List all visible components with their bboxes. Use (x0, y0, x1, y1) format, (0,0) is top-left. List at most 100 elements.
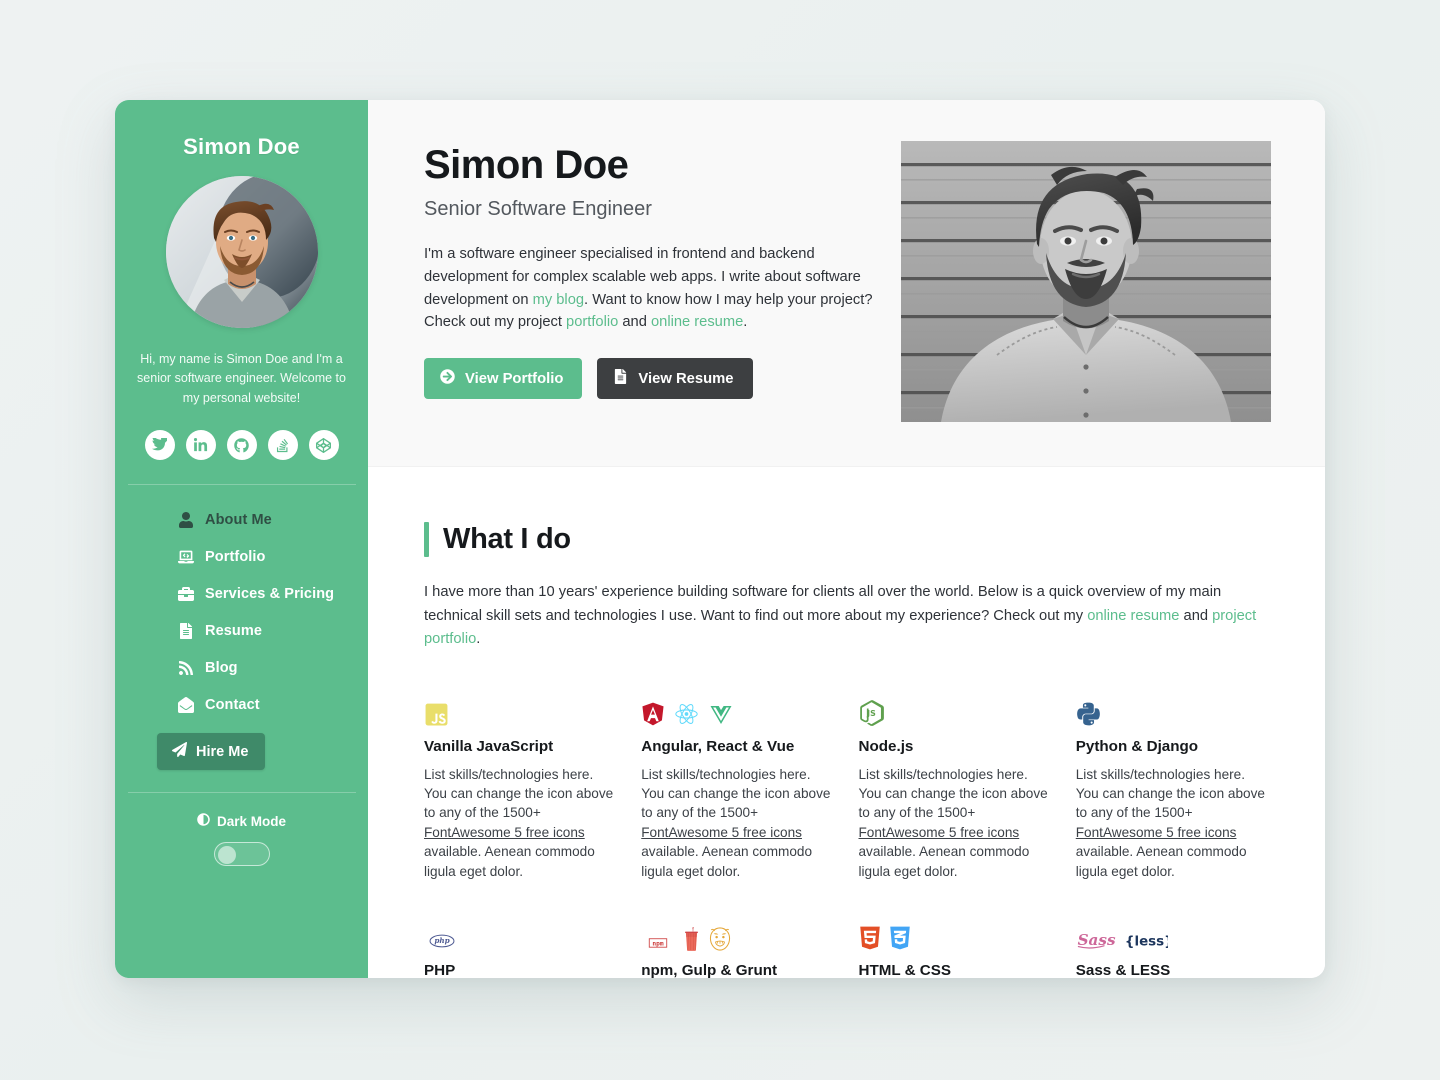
sidebar-item-contact[interactable]: Contact (178, 686, 350, 723)
stack-overflow-icon[interactable] (267, 430, 298, 461)
sidebar-item-about-me[interactable]: About Me (178, 501, 350, 538)
laptop-code-icon (178, 549, 194, 565)
section-title: What I do (443, 523, 571, 555)
skill-body-part-2: available. Aenean commodo ligula eget do… (1075, 844, 1247, 879)
sidebar-item-portfolio[interactable]: Portfolio (178, 538, 350, 575)
link-fontawesome-icons[interactable]: FontAwesome 5 free icons (859, 825, 1020, 840)
skill-body: List skills/technologies here. You can c… (641, 765, 834, 882)
hero-portrait-photo (901, 141, 1271, 422)
envelope-open-icon (178, 696, 194, 713)
sidebar-item-services-pricing[interactable]: Services & Pricing (178, 575, 350, 612)
angular-icon (641, 701, 665, 727)
sidebar-nav: About Me Portfolio Services & Pricing Re… (133, 501, 350, 723)
arrow-circle-right-icon (440, 369, 455, 388)
hero-role: Senior Software Engineer (424, 198, 652, 220)
view-portfolio-button[interactable]: View Portfolio (424, 358, 583, 400)
link-fontawesome-icons[interactable]: FontAwesome 5 free icons (1076, 825, 1237, 840)
intro-part-3: . (476, 631, 481, 648)
hire-me-label: Hire Me (196, 743, 249, 760)
skill-icons: JS (859, 699, 1052, 727)
sidebar-item-label: Blog (205, 659, 238, 676)
sidebar-item-label: About Me (205, 511, 272, 528)
linkedin-icon[interactable] (185, 430, 216, 461)
sidebar-item-label: Contact (205, 696, 260, 713)
social-links (144, 430, 339, 461)
grunt-icon (708, 927, 732, 951)
hero-description: I'm a software engineer specialised in f… (424, 243, 876, 334)
skill-title: npm, Gulp & Grunt (641, 962, 778, 978)
page-title: Simon Doe (424, 143, 629, 187)
gulp-icon (683, 927, 700, 952)
sidebar-blurb: Hi, my name is Simon Doe and I'm a senio… (137, 352, 346, 405)
skill-card: php PHP List skills/technologies here. (424, 923, 617, 978)
paper-plane-icon (172, 742, 188, 761)
skills-grid: Vanilla JavaScript List skills/technolog… (424, 699, 1269, 978)
python-icon (1076, 701, 1101, 727)
sidebar: Simon Doe Hi, my name is Simon Doe and I… (115, 100, 368, 978)
sidebar-item-label: Resume (205, 622, 263, 639)
css3-icon (889, 925, 911, 951)
skill-title: Node.js (858, 737, 914, 755)
view-resume-button[interactable]: View Resume (597, 358, 753, 400)
github-icon[interactable] (226, 430, 257, 461)
hero-buttons: View Portfolio View Resume (424, 358, 881, 400)
link-online-resume[interactable]: online resume (651, 314, 743, 330)
skill-body-part-2: available. Aenean commodo ligula eget do… (641, 844, 813, 879)
skill-icons: Sass {less} (1076, 923, 1269, 951)
view-portfolio-label: View Portfolio (465, 370, 564, 387)
skill-body-part-1: List skills/technologies here. You can c… (424, 766, 614, 821)
svg-text:npm: npm (653, 940, 665, 947)
link-online-resume[interactable]: online resume (1087, 608, 1179, 624)
dark-mode-label: Dark Mode (197, 813, 286, 829)
link-fontawesome-icons[interactable]: FontAwesome 5 free icons (641, 825, 802, 840)
dark-mode-toggle[interactable] (213, 842, 270, 867)
page-root: Simon Doe Hi, my name is Simon Doe and I… (0, 0, 1440, 1080)
less-icon: {less} (1124, 931, 1168, 951)
skill-body-part-1: List skills/technologies here. You can c… (1075, 766, 1265, 821)
adjust-icon (197, 813, 210, 829)
rss-icon (178, 660, 194, 676)
svg-text:Sass: Sass (1077, 931, 1115, 949)
sidebar-item-label: Portfolio (205, 548, 266, 565)
codepen-icon[interactable] (308, 430, 339, 461)
twitter-icon[interactable] (144, 430, 175, 461)
vuejs-icon (708, 703, 734, 727)
dark-mode-toggle-knob (217, 845, 236, 864)
sidebar-divider-top (127, 484, 356, 486)
hero-text-column: Simon Doe Senior Software Engineer I'm a… (424, 141, 881, 422)
sidebar-item-blog[interactable]: Blog (178, 649, 350, 686)
sidebar-item-label: Services & Pricing (205, 585, 335, 602)
node-js-icon: JS (859, 699, 884, 727)
skill-title: Sass & LESS (1075, 962, 1171, 978)
hire-me-button[interactable]: Hire Me (157, 733, 266, 771)
skill-body-part-1: List skills/technologies here. You can c… (641, 766, 831, 821)
svg-text:php: php (434, 936, 449, 945)
briefcase-icon (178, 586, 194, 602)
hero-section: Simon Doe Senior Software Engineer I'm a… (368, 100, 1325, 467)
skill-icons: npm (641, 923, 834, 952)
react-icon (673, 701, 700, 727)
skill-body-part-1: List skills/technologies here. You can c… (858, 766, 1048, 821)
php-icon: php (424, 931, 460, 951)
skill-icons: php (424, 923, 617, 951)
skill-card: Python & Django List skills/technologies… (1076, 699, 1269, 882)
sass-icon: Sass (1076, 929, 1116, 951)
link-fontawesome-icons[interactable]: FontAwesome 5 free icons (424, 825, 585, 840)
skill-icons (641, 699, 834, 727)
skill-title: PHP (424, 962, 456, 978)
hero-desc-part-3: and (618, 314, 651, 331)
svg-text:{less}: {less} (1125, 935, 1168, 950)
skill-icons (1076, 699, 1269, 727)
sidebar-item-resume[interactable]: Resume (178, 612, 350, 649)
intro-part-2: and (1179, 607, 1213, 624)
skill-body: List skills/technologies here. You can c… (859, 765, 1052, 882)
skill-icons (859, 923, 1052, 951)
skill-card: HTML & CSS List skills/technologies here… (859, 923, 1052, 978)
site-card: Simon Doe Hi, my name is Simon Doe and I… (115, 100, 1325, 978)
skill-title: HTML & CSS (858, 962, 952, 978)
skill-card: Angular, React & Vue List skills/technol… (641, 699, 834, 882)
link-my-blog[interactable]: my blog (533, 292, 584, 308)
link-portfolio[interactable]: portfolio (566, 314, 618, 330)
skill-body: List skills/technologies here. You can c… (1076, 765, 1269, 882)
main-content: Simon Doe Senior Software Engineer I'm a… (368, 100, 1325, 978)
